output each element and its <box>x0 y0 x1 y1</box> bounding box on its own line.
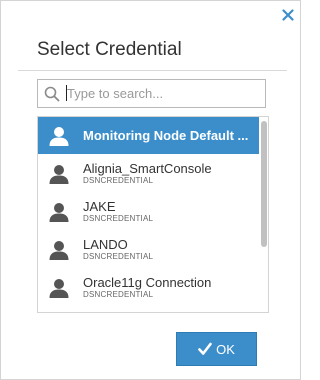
search-box[interactable] <box>37 79 266 108</box>
ok-button[interactable]: OK <box>176 332 257 366</box>
credential-name: Monitoring Node Default ... <box>83 128 249 143</box>
ok-button-label: OK <box>216 341 235 357</box>
user-avatar-icon <box>49 126 69 146</box>
list-item[interactable]: JAKE DSNCREDENTIAL <box>38 193 259 230</box>
credential-name: Oracle11g Connection <box>83 275 212 290</box>
dialog-title: Select Credential <box>37 39 182 60</box>
close-button[interactable] <box>278 5 298 25</box>
list-item-selected[interactable]: Monitoring Node Default ... <box>38 117 259 154</box>
list-item[interactable]: Alignia_SmartConsole DSNCREDENTIAL <box>38 155 259 192</box>
credential-type: DSNCREDENTIAL <box>83 214 154 223</box>
list-scrollbar[interactable] <box>260 118 268 312</box>
user-avatar-icon <box>49 202 69 222</box>
credential-list[interactable]: Monitoring Node Default ... Alignia_Smar… <box>37 116 269 313</box>
select-credential-dialog: Select Credential Monitoring Node Defaul… <box>0 0 301 380</box>
credential-name: LANDO <box>83 237 128 252</box>
list-item[interactable]: LANDO DSNCREDENTIAL <box>38 231 259 268</box>
list-item[interactable]: Oracle11g Connection DSNCREDENTIAL <box>38 269 259 306</box>
credential-type: DSNCREDENTIAL <box>83 176 154 185</box>
text-cursor <box>66 85 67 101</box>
user-avatar-icon <box>49 164 69 184</box>
credential-name: Alignia_SmartConsole <box>83 161 212 176</box>
scrollbar-thumb[interactable] <box>261 121 267 247</box>
user-avatar-icon <box>49 240 69 260</box>
credential-name: JAKE <box>83 199 116 214</box>
checkmark-icon <box>198 342 212 355</box>
credential-type: DSNCREDENTIAL <box>83 290 154 299</box>
user-avatar-icon <box>49 278 69 298</box>
search-input[interactable] <box>66 81 265 106</box>
search-icon <box>38 80 66 107</box>
title-divider <box>18 70 287 71</box>
credential-type: DSNCREDENTIAL <box>83 252 154 261</box>
close-icon <box>282 9 294 21</box>
